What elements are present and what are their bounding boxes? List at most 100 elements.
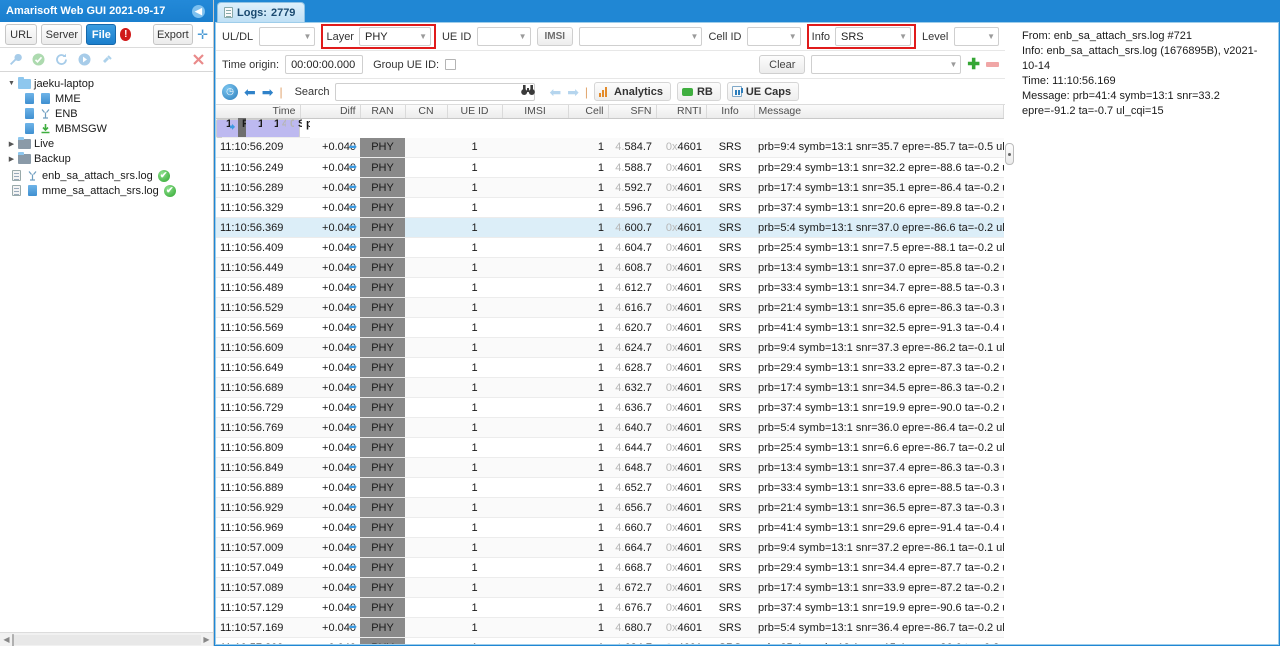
link-icon[interactable] [100,53,114,67]
tree-node-backup[interactable]: ▶ Backup [0,151,213,166]
refresh-icon[interactable] [54,53,68,67]
col-sfn[interactable]: SFN [608,105,657,119]
col-imsi[interactable]: IMSI [502,105,569,119]
tab-logs[interactable]: Logs: 2779 [217,2,306,22]
col-diff[interactable]: Diff [300,105,361,119]
table-row[interactable]: 11:10:56.369 +0.040 ➡ PHY 1 1 4.600.7 0x4601 SRS… [216,217,1004,238]
chevron-right-icon[interactable]: ▶ [6,155,17,163]
col-info[interactable]: Info [706,105,755,119]
chevron-right-icon[interactable]: ▶ [6,140,17,148]
next-match-icon[interactable]: ➡ [567,85,579,99]
col-rnti[interactable]: RNTI [656,105,707,119]
table-row[interactable]: 11:10:57.089 +0.040 ➡ PHY 1 1 4.672.7 0x4601 SRS… [216,577,1004,598]
prev-match-icon[interactable]: ⬅ [549,85,561,99]
tree-node-live[interactable]: ▶ Live [0,136,213,151]
arrow-left-icon[interactable]: ⬅ [244,85,256,99]
table-row[interactable]: 11:10:57.009 +0.040 ➡ PHY 1 1 4.664.7 0x4601 SRS… [216,537,1004,558]
col-cn[interactable]: CN [405,105,448,119]
url-button[interactable]: URL [5,24,38,45]
export-button[interactable]: Export [152,24,194,45]
error-badge-icon[interactable]: ! [120,28,132,41]
table-row[interactable]: 11:10:56.649 +0.040 ➡ PHY 1 1 4.628.7 0x4601 SRS… [216,357,1004,378]
chevron-down-icon[interactable]: ▼ [6,80,17,87]
scrollbar-track[interactable] [12,633,201,646]
col-ueid[interactable]: UE ID [447,105,503,119]
time-origin-input[interactable]: 00:00:00.000 [285,55,364,74]
tree-node-jaeku-laptop[interactable]: ▼ jaeku-laptop [0,76,213,91]
wrench-icon[interactable] [8,53,22,67]
col-message[interactable]: Message [754,105,1004,119]
cell-ueid: 1 [447,577,502,598]
play-icon[interactable] [77,53,91,67]
info-select[interactable]: SRS ▼ [835,27,911,46]
rb-button[interactable]: RB [676,82,721,101]
col-ran[interactable]: RAN [360,105,406,119]
remove-filter-icon[interactable] [986,62,999,67]
table-row[interactable]: 11:10:56.209 +0.040 ➡ PHY 1 1 4.584.7 0x4601 SRS… [216,137,1004,158]
tree-node-mbmsgw[interactable]: MBMSGW [0,121,213,136]
uecaps-button[interactable]: UE Caps [726,82,800,101]
imsi-button[interactable]: IMSI [536,27,574,46]
chevron-left-icon[interactable]: ◀ [192,4,205,18]
tree-node-enb[interactable]: ENB [0,106,213,121]
search-input[interactable] [335,82,536,101]
col-time[interactable]: Time [216,105,301,119]
table-row[interactable]: 11:10:56.609 +0.040 ➡ PHY 1 1 4.624.7 0x4601 SRS… [216,337,1004,358]
clear-button[interactable]: Clear [759,55,806,74]
level-select[interactable]: ▼ [954,27,999,46]
table-row[interactable]: 11:10:57.209+0.040➡PHY114.684.70x4601SRS… [216,637,1004,645]
file-button[interactable]: File [86,24,117,45]
add-connection-icon[interactable]: ✛ [197,27,208,43]
table-row[interactable]: 11:10:56.329 +0.040 ➡ PHY 1 1 4.596.7 0x4601 SRS… [216,197,1004,218]
table-row[interactable]: 11:10:56.489 +0.040 ➡ PHY 1 1 4.612.7 0x4601 SRS… [216,277,1004,298]
preset-select[interactable]: ▼ [811,55,962,74]
cellid-select[interactable]: ▼ [747,27,801,46]
rnti-prefix: 0x [666,642,678,645]
analytics-button[interactable]: Analytics [594,82,671,101]
layer-select[interactable]: PHY ▼ [358,27,431,46]
table-row[interactable]: 11:10:57.129 +0.040 ➡ PHY 1 1 4.676.7 0x4601 SRS… [216,597,1004,618]
table-row[interactable]: 11:10:56.409 +0.040 ➡ PHY 1 1 4.604.7 0x4601 SRS… [216,237,1004,258]
ueid-select[interactable]: ▼ [477,27,531,46]
cell-message: prb=9:4 symb=13:1 snr=37.3 epre=-86.2 ta… [754,337,1004,358]
table-row[interactable]: 11:10:56.529 +0.040 ➡ PHY 1 1 4.616.7 0x4601 SRS… [216,297,1004,318]
add-filter-icon[interactable]: ✚ [967,57,980,72]
uldl-select[interactable]: ▼ [259,27,316,46]
table-row[interactable]: 11:10:56.289 +0.040 ➡ PHY 1 1 4.592.7 0x4601 SRS… [216,177,1004,198]
scroll-right-icon[interactable]: ▶ [201,635,212,644]
table-row[interactable]: 11:10:56.969 +0.040 ➡ PHY 1 1 4.660.7 0x4601 SRS… [216,517,1004,538]
clock-icon[interactable]: ◷ [222,83,238,100]
table-row[interactable]: 11:10:56.809 +0.040 ➡ PHY 1 1 4.644.7 0x4601 SRS… [216,437,1004,458]
table-row[interactable]: 11:10:57.169 +0.040 ➡ PHY 1 1 4.680.7 0x4601 SRS… [216,617,1004,638]
tree-node-mme-log[interactable]: mme_sa_attach_srs.log ✔ [0,183,213,198]
scrollbar-thumb[interactable] [12,633,14,646]
table-row[interactable]: 11:10:57.049 +0.040 ➡ PHY 1 1 4.668.7 0x4601 SRS… [216,557,1004,578]
binoculars-icon[interactable] [521,84,536,99]
scroll-left-icon[interactable]: ◀ [1,635,12,644]
tree-node-mme[interactable]: MME [0,91,213,106]
sfn-hyperframe: 4. [615,521,625,534]
table-row[interactable]: 11:10:56.929 +0.040 ➡ PHY 1 1 4.656.7 0x4601 SRS… [216,497,1004,518]
imsi-select[interactable]: ▼ [579,27,703,46]
splitter-handle[interactable] [1005,143,1014,165]
server-button[interactable]: Server [41,24,83,45]
group-ueid-checkbox[interactable] [445,59,457,70]
delete-icon[interactable] [191,53,205,67]
table-row[interactable]: 11:10:56.849 +0.040 ➡ PHY 1 1 4.648.7 0x4601 SRS… [216,457,1004,478]
table-row[interactable]: 11:10:56.569 +0.040 ➡ PHY 1 1 4.620.7 0x4601 SRS… [216,317,1004,338]
log-table-container[interactable]: Time Diff RAN CN UE ID IMSI Cell SFN RNT… [216,105,1005,644]
table-row[interactable]: 11:10:56.769 +0.040 ➡ PHY 1 1 4.640.7 0x4601 SRS… [216,417,1004,438]
check-circle-icon[interactable] [31,53,45,67]
col-cell[interactable]: Cell [568,105,609,119]
table-row[interactable]: 11:10:56.449 +0.040 ➡ PHY 1 1 4.608.7 0x4601 SRS… [216,257,1004,278]
table-row[interactable]: 11:10:56.169➡PHY114.580.70x4601SRSprb=41… [216,118,310,138]
pane-splitter[interactable] [1005,22,1014,645]
arrow-right-icon[interactable]: ➡ [262,85,274,99]
table-row[interactable]: 11:10:56.249 +0.040 ➡ PHY 1 1 4.588.7 0x4601 SRS… [216,157,1004,178]
table-row[interactable]: 11:10:56.729 +0.040 ➡ PHY 1 1 4.636.7 0x4601 SRS… [216,397,1004,418]
sidebar-horizontal-scrollbar[interactable]: ◀ ▶ [0,632,213,646]
sfn-hyperframe: 4. [615,201,625,214]
tree-node-enb-log[interactable]: enb_sa_attach_srs.log ✔ [0,168,213,183]
table-row[interactable]: 11:10:56.689 +0.040 ➡ PHY 1 1 4.632.7 0x4601 SRS… [216,377,1004,398]
table-row[interactable]: 11:10:56.889 +0.040 ➡ PHY 1 1 4.652.7 0x4601 SRS… [216,477,1004,498]
